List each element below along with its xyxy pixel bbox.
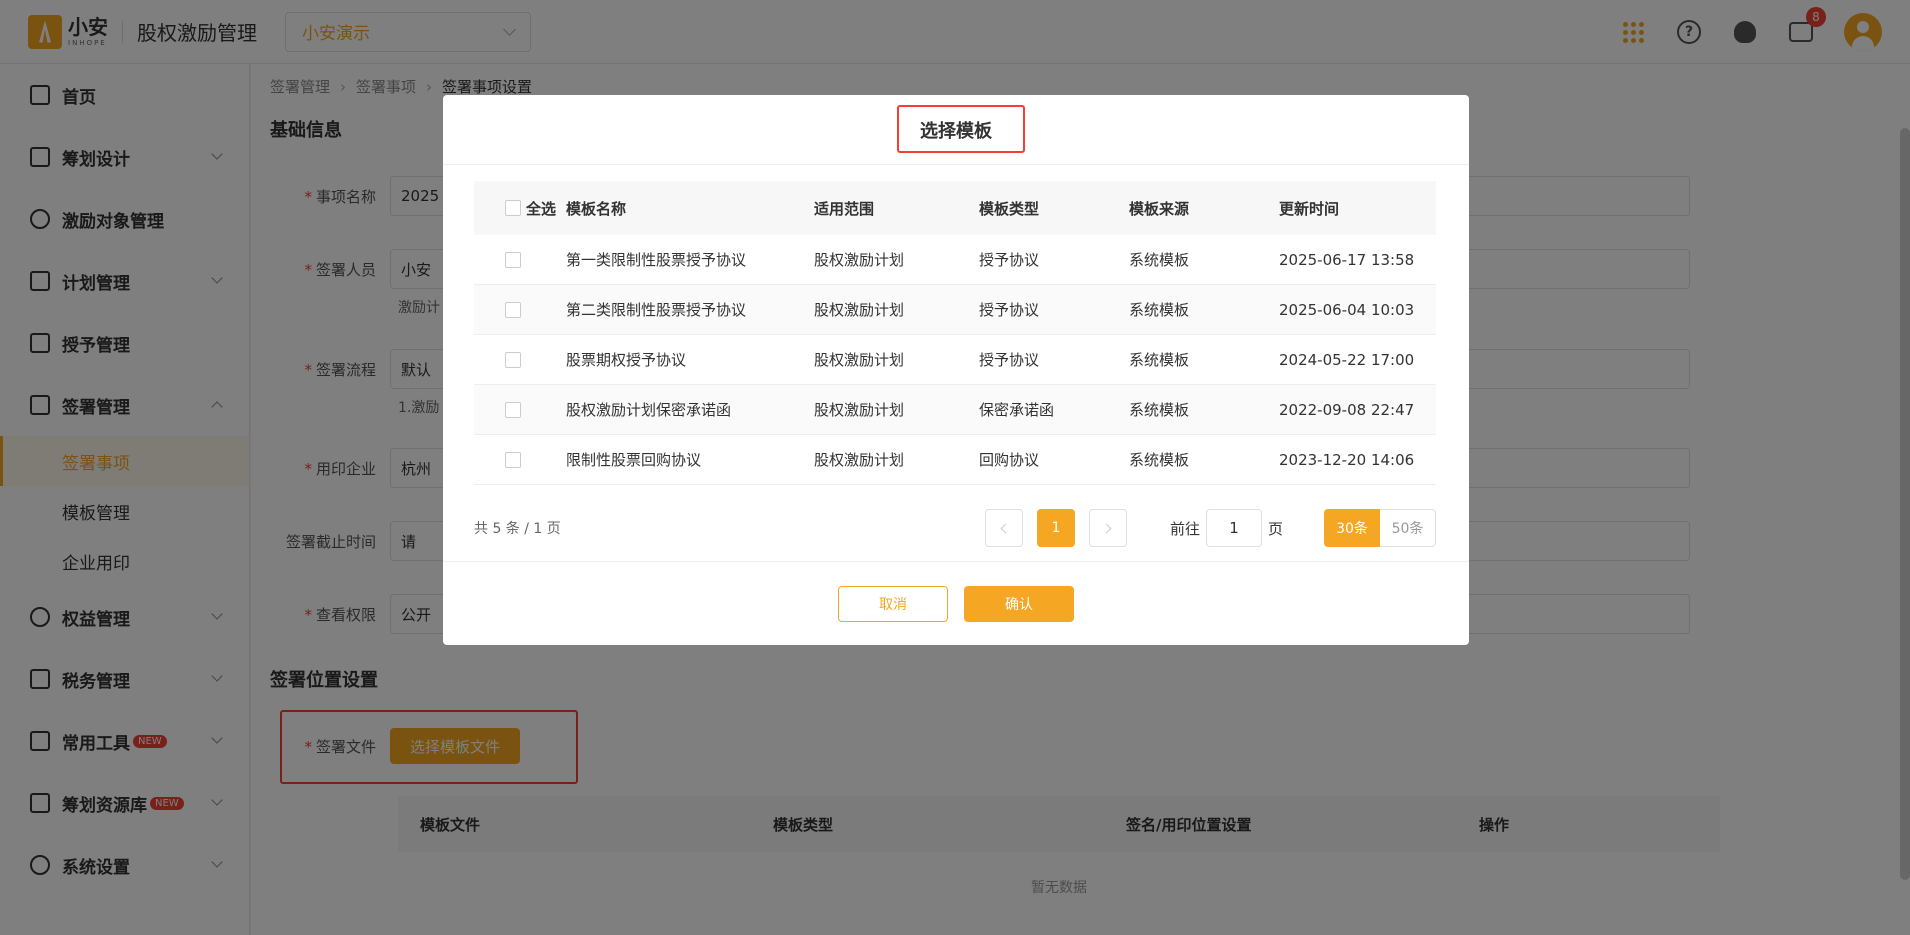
next-page-button[interactable] bbox=[1089, 509, 1127, 547]
confirm-button[interactable]: 确认 bbox=[964, 585, 1074, 622]
select-template-dialog: 选择模板 全选 模板名称 适用范围 模板类型 模板来源 更新时间 第一类限制性股… bbox=[443, 95, 1469, 645]
page-size-50-button[interactable]: 50条 bbox=[1380, 509, 1436, 547]
table-row[interactable]: 限制性股票回购协议 股权激励计划 回购协议 系统模板 2023-12-20 14… bbox=[474, 435, 1436, 485]
row-checkbox[interactable] bbox=[505, 301, 521, 318]
select-all-checkbox[interactable] bbox=[505, 200, 521, 216]
prev-page-button[interactable] bbox=[985, 509, 1023, 547]
goto-page: 前往 1 页 bbox=[1170, 509, 1283, 547]
select-all-label: 全选 bbox=[526, 199, 557, 218]
row-checkbox[interactable] bbox=[505, 401, 521, 418]
highlight-box bbox=[897, 105, 1025, 153]
row-checkbox[interactable] bbox=[505, 251, 521, 268]
table-row[interactable]: 股票期权授予协议 股权激励计划 授予协议 系统模板 2024-05-22 17:… bbox=[474, 335, 1436, 385]
table-row[interactable]: 第二类限制性股票授予协议 股权激励计划 授予协议 系统模板 2025-06-04… bbox=[474, 285, 1436, 335]
table-header: 全选 模板名称 适用范围 模板类型 模板来源 更新时间 bbox=[474, 181, 1436, 235]
chevron-left-icon bbox=[1000, 523, 1011, 533]
goto-page-input[interactable]: 1 bbox=[1206, 509, 1263, 547]
table-row[interactable]: 第一类限制性股票授予协议 股权激励计划 授予协议 系统模板 2025-06-17… bbox=[474, 235, 1436, 285]
page-size-30-button[interactable]: 30条 bbox=[1324, 509, 1380, 547]
template-table: 全选 模板名称 适用范围 模板类型 模板来源 更新时间 第一类限制性股票授予协议… bbox=[474, 181, 1436, 485]
page-size-selector: 30条 50条 bbox=[1324, 509, 1436, 547]
dialog-footer: 取消 确认 bbox=[443, 561, 1469, 645]
pagination-total: 共 5 条 / 1 页 bbox=[474, 521, 561, 537]
chevron-right-icon bbox=[1101, 523, 1112, 533]
cancel-button[interactable]: 取消 bbox=[838, 585, 948, 622]
pagination: 共 5 条 / 1 页 1 前往 1 页 30条 50条 bbox=[474, 509, 1436, 547]
page-button[interactable]: 1 bbox=[1037, 509, 1075, 547]
table-row[interactable]: 股权激励计划保密承诺函 股权激励计划 保密承诺函 系统模板 2022-09-08… bbox=[474, 385, 1436, 435]
row-checkbox[interactable] bbox=[505, 451, 521, 468]
row-checkbox[interactable] bbox=[505, 351, 521, 368]
